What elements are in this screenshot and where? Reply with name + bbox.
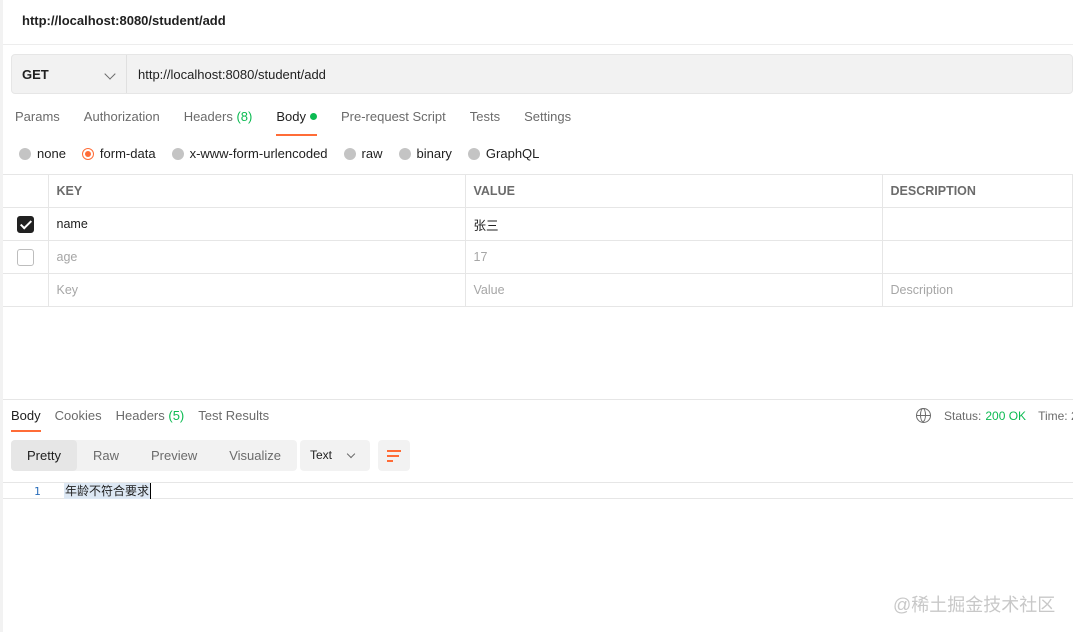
tab-authorization[interactable]: Authorization [84,109,160,135]
status-label: Status: [944,408,982,423]
request-tabs: Params Authorization Headers (8) Body Pr… [15,109,595,136]
table-row: name 张三 [3,207,1073,241]
response-divider [3,399,1073,400]
response-tab-body[interactable]: Body [11,408,41,432]
tab-label: Test Results [198,408,270,423]
headers-count: (5) [168,408,185,423]
body-mode-radios: none form-data x-www-form-urlencoded raw… [19,146,555,161]
value-column-header: VALUE [464,174,883,208]
response-editor[interactable] [3,482,1073,499]
view-visualize-button[interactable]: Visualize [213,440,297,471]
tab-label: Headers [115,408,165,423]
radio-icon [171,147,184,160]
view-preview-button[interactable]: Preview [135,440,213,471]
chevron-down-icon [346,449,356,459]
view-mode-group: Pretty Raw Preview Visualize [11,440,298,471]
row-checkbox-cell [3,240,49,274]
table-header-row: KEY VALUE DESCRIPTION [3,174,1073,208]
value-placeholder[interactable]: Value [464,273,883,307]
method-label: GET [22,66,49,82]
tab-settings[interactable]: Settings [524,109,571,135]
tab-label: Body [276,109,306,124]
value-cell[interactable]: 17 [464,240,883,274]
globe-icon[interactable] [916,408,931,423]
format-label: Text [310,448,333,462]
description-column-header: DESCRIPTION [881,174,1073,208]
table-row-empty: Key Value Description [3,273,1073,307]
row-checkbox-cell [3,207,49,241]
row-checkbox-cell [3,273,49,307]
url-input[interactable] [127,55,1072,93]
description-cell[interactable] [881,240,1073,274]
view-raw-button[interactable]: Raw [77,440,135,471]
status-value[interactable]: 200 OK [985,409,1026,423]
tab-label: Pre-request Script [340,109,446,124]
radio-binary[interactable]: binary [398,146,452,161]
tab-label: Body [11,408,41,423]
checkbox-column-header [3,174,49,208]
form-data-table: KEY VALUE DESCRIPTION name 张三 age 17 Key… [3,174,1073,307]
tab-label: Params [15,109,60,124]
tab-label: Headers [183,109,233,124]
radio-icon [343,147,356,160]
radio-none[interactable]: none [19,146,66,161]
radio-graphql[interactable]: GraphQL [467,146,540,161]
radio-raw[interactable]: raw [343,146,383,161]
wrap-lines-button[interactable] [378,440,410,471]
radio-label: none [37,146,66,161]
checkbox-checked-icon[interactable] [16,215,34,233]
response-tab-test-results[interactable]: Test Results [198,408,269,432]
radio-icon [398,147,411,160]
table-row: age 17 [3,240,1073,274]
tab-headers[interactable]: Headers (8) [184,109,253,135]
view-pretty-button[interactable]: Pretty [11,440,77,471]
radio-icon [19,147,31,160]
tab-label: Tests [469,109,501,124]
key-column-header: KEY [47,174,466,208]
watermark: @稀土掘金技术社区 [893,595,1056,615]
description-cell[interactable] [881,207,1073,241]
key-cell[interactable]: age [47,240,466,274]
time-label[interactable]: Time: 2 [1038,409,1073,423]
radio-label: x-www-form-urlencoded [189,146,328,161]
chevron-down-icon [104,68,116,80]
tab-body[interactable]: Body [276,109,317,136]
radio-label: GraphQL [485,146,540,161]
description-placeholder[interactable]: Description [881,273,1073,307]
response-tab-cookies[interactable]: Cookies [55,408,102,432]
response-body-text[interactable]: 年龄不符合要求 [64,483,152,499]
radio-icon [467,147,480,160]
tab-label: Authorization [83,109,160,124]
value-cell[interactable]: 张三 [464,207,883,241]
url-bar: GET [11,54,1073,94]
method-select[interactable]: GET [12,55,127,93]
radio-form-data[interactable]: form-data [81,146,156,161]
tab-tests[interactable]: Tests [470,109,500,135]
divider [3,44,1073,45]
format-select[interactable]: Text [300,440,370,471]
window-edge [0,0,3,632]
radio-selected-icon [81,147,94,160]
tab-label: Settings [524,109,572,124]
radio-label: raw [361,146,383,161]
key-placeholder[interactable]: Key [47,273,466,307]
body-indicator-dot [309,113,317,120]
tab-label: Cookies [54,408,102,423]
response-status: Status: 200 OK Time: 2 [916,408,1073,423]
tab-params[interactable]: Params [15,109,60,135]
radio-x-www-form-urlencoded[interactable]: x-www-form-urlencoded [171,146,328,161]
radio-label: form-data [99,146,156,161]
response-tabs: Body Cookies Headers (5) Test Results [11,408,283,432]
radio-label: binary [416,146,452,161]
line-number: 1 [34,485,41,498]
tab-pre-request-script[interactable]: Pre-request Script [341,109,446,135]
checkbox-icon[interactable] [16,248,34,266]
key-cell[interactable]: name [47,207,466,241]
response-tab-headers[interactable]: Headers (5) [116,408,185,432]
headers-count: (8) [236,109,253,124]
request-tab-title: http://localhost:8080/student/add [22,13,226,28]
